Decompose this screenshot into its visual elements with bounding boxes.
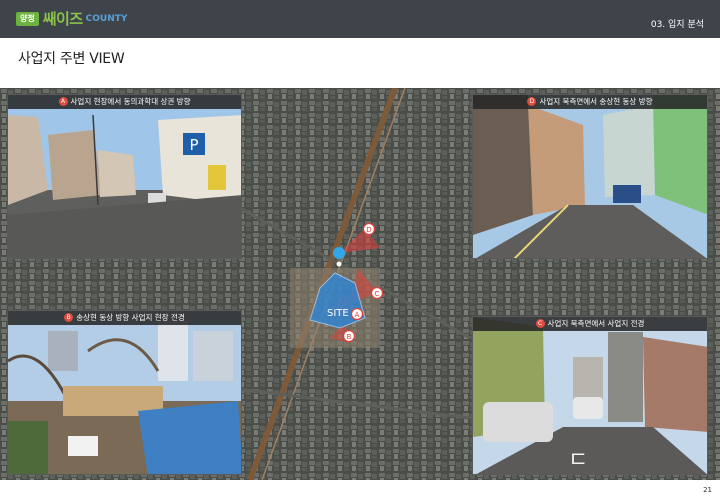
svg-text:A: A	[355, 311, 360, 319]
marker-b: B	[342, 329, 356, 343]
page-number: 21	[703, 486, 712, 494]
photo-view-c: ㄷ C 사업지 북측면에서 사업지 전경	[472, 316, 708, 475]
photo-b-image	[8, 311, 241, 474]
photo-caption-a: A 사업지 현장에서 동의과학대 상권 방향	[8, 95, 241, 109]
brand-logo: 양정 쌔이즈 COUNTY	[16, 8, 127, 30]
svg-text:D: D	[366, 226, 371, 234]
page-title: 사업지 주변 VIEW	[18, 51, 125, 67]
marker-a: A	[350, 307, 364, 321]
photo-caption-b: B 송상현 동상 방향 사업지 현장 전경	[8, 311, 241, 325]
logo-wordmark: 쌔이즈	[42, 10, 83, 28]
svg-text:B: B	[347, 333, 352, 341]
photo-view-b: B 송상현 동상 방향 사업지 현장 전경	[7, 310, 242, 475]
caption-text-d: 사업지 북측면에서 송상현 동상 방향	[539, 97, 653, 106]
photo-caption-c: C 사업지 북측면에서 사업지 전경	[473, 317, 707, 331]
photo-view-d: D 사업지 북측면에서 송상현 동상 방향	[472, 94, 708, 259]
caption-text-b: 송상현 동상 방향 사업지 현장 전경	[76, 313, 185, 322]
caption-text-a: 사업지 현장에서 동의과학대 상권 방향	[70, 97, 191, 106]
caption-marker-a: A	[58, 96, 68, 106]
caption-marker-b: B	[64, 312, 74, 322]
caption-text-c: 사업지 북측면에서 사업지 전경	[547, 319, 645, 328]
marker-d: D	[362, 222, 376, 236]
road-marking: ㄷ	[568, 448, 588, 473]
photo-view-a: P A 사업지 현장에서 동의과학대 상권 방향	[7, 94, 242, 259]
slide: 양정 쌔이즈 COUNTY 03. 입지 분석 사업지 주변 VIEW D C …	[0, 0, 720, 498]
svg-text:C: C	[375, 290, 380, 298]
caption-marker-c: C	[535, 318, 545, 328]
photo-d-image	[473, 95, 707, 258]
aerial-map: D C A B SITE P A 사업지 현장에서 동의과학대 상권 방향 D …	[0, 88, 720, 480]
parking-sign: P	[189, 136, 198, 154]
logo-badge: 양정	[16, 12, 39, 26]
header-bar: 양정 쌔이즈 COUNTY 03. 입지 분석	[0, 0, 720, 38]
photo-caption-d: D 사업지 북측면에서 송상현 동상 방향	[473, 95, 707, 109]
caption-marker-d: D	[527, 96, 537, 106]
photo-c-image: ㄷ	[473, 317, 707, 474]
section-label: 03. 입지 분석	[650, 20, 704, 30]
marker-c: C	[370, 286, 384, 300]
site-label: SITE	[327, 308, 349, 319]
logo-subtext: COUNTY	[85, 14, 128, 24]
photo-a-image: P	[8, 95, 241, 258]
